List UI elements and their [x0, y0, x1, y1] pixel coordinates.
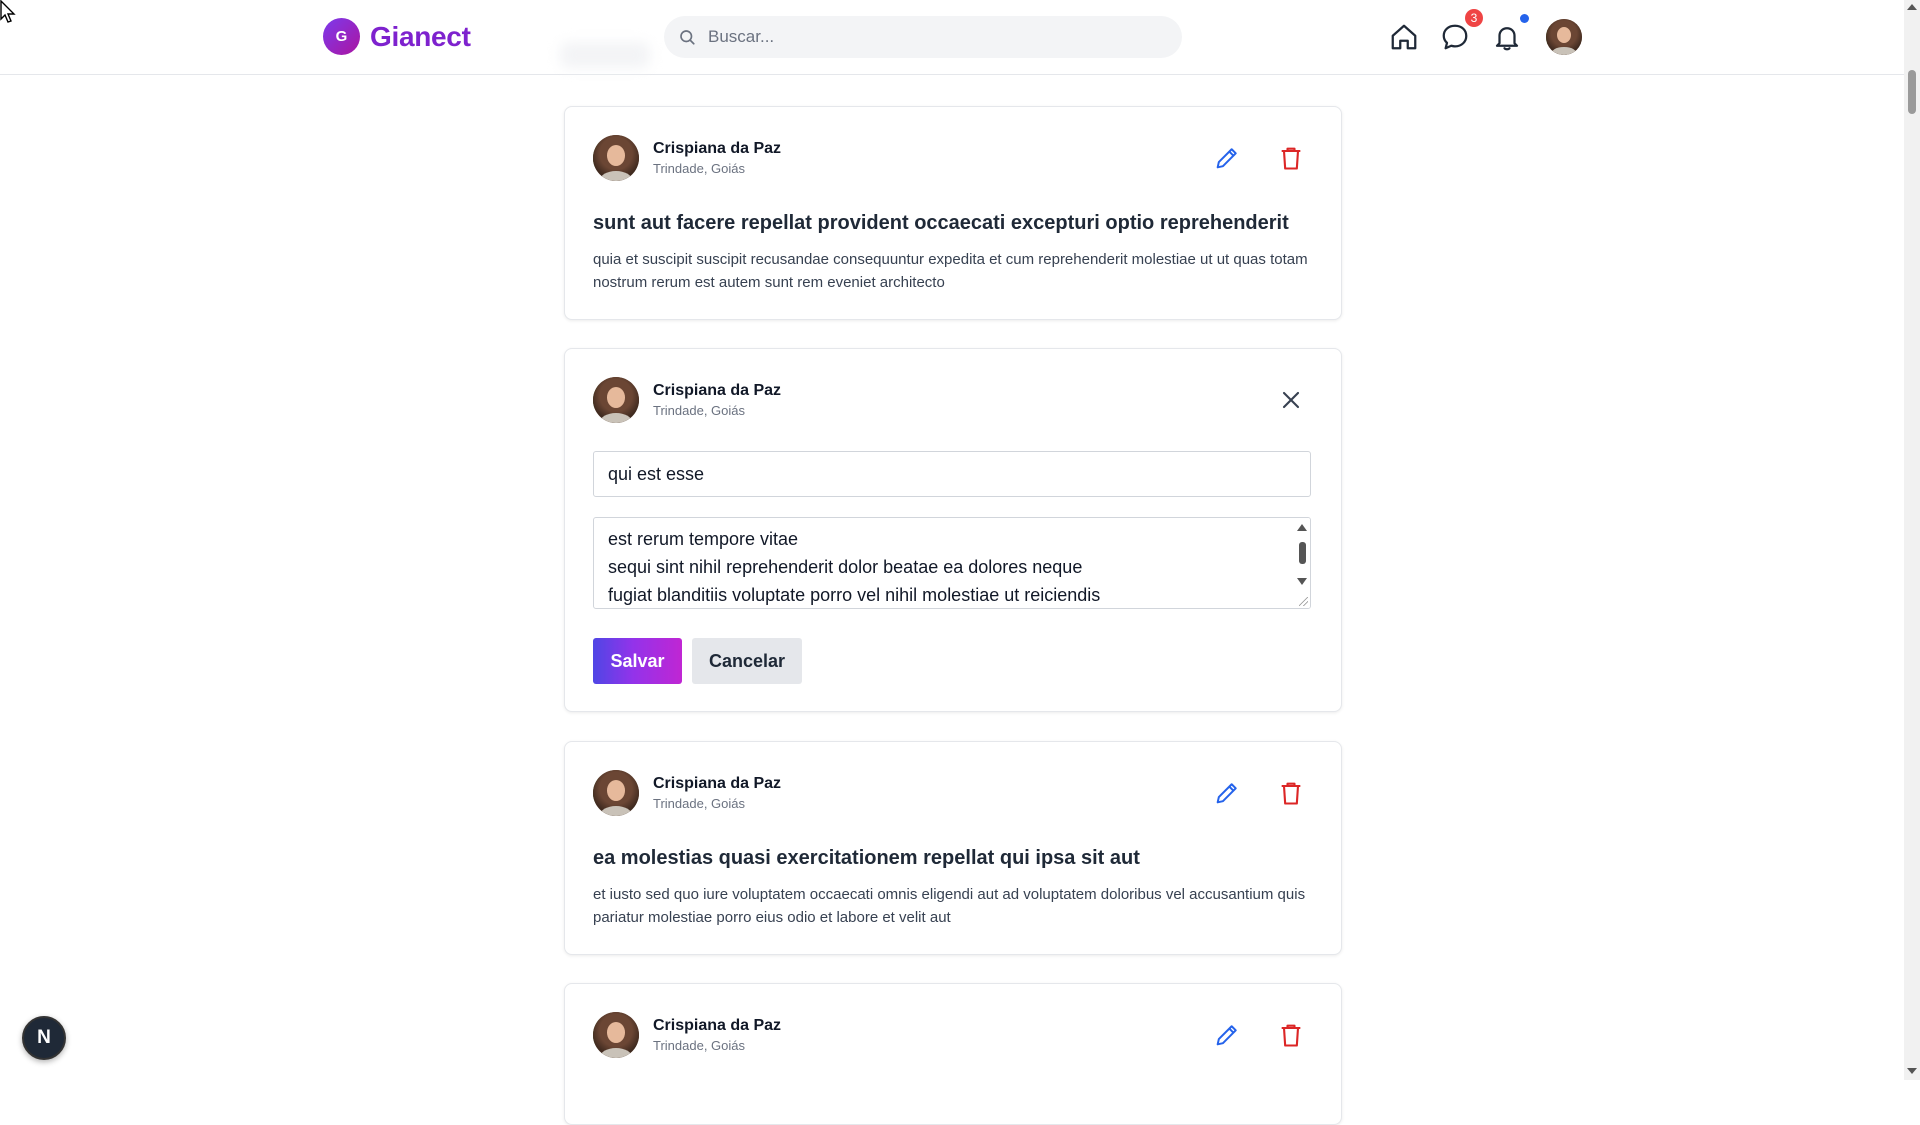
- brand-mark-icon: G: [323, 18, 360, 55]
- chat-icon[interactable]: [1440, 22, 1470, 52]
- post-body: quia et suscipit suscipit recusandae con…: [593, 251, 1308, 291]
- search-bar[interactable]: [664, 16, 1182, 58]
- edit-body-line: est rerum tempore vitae: [608, 529, 799, 549]
- post-title: sunt aut facere repellat provident occae…: [593, 212, 1289, 234]
- post-title: ea molestias quasi exercitationem repell…: [593, 847, 1140, 869]
- bell-icon[interactable]: [1492, 22, 1522, 52]
- mouse-cursor-icon: [0, 0, 16, 23]
- edit-pencil-icon[interactable]: [1213, 144, 1241, 172]
- trash-icon[interactable]: [1277, 1021, 1305, 1049]
- post-body: et iusto sed quo iure voluptatem occaeca…: [593, 886, 1306, 926]
- page-scrollbar[interactable]: [1904, 0, 1920, 1080]
- post-card: Crispiana da Paz Trindade, Goiás ea mole…: [564, 741, 1342, 955]
- save-button[interactable]: Salvar: [593, 638, 682, 684]
- author-name[interactable]: Crispiana da Paz: [653, 1017, 781, 1035]
- brand-name: Gianect: [370, 20, 471, 52]
- author-name[interactable]: Crispiana da Paz: [653, 775, 781, 793]
- user-avatar[interactable]: [1546, 19, 1582, 55]
- author-avatar[interactable]: [593, 377, 639, 423]
- edit-pencil-icon[interactable]: [1213, 779, 1241, 807]
- cancel-button[interactable]: Cancelar: [692, 638, 802, 684]
- post-card: Crispiana da Paz Trindade, Goiás: [564, 983, 1342, 1125]
- edit-body-line: fugiat blanditiis voluptate porro vel ni…: [608, 585, 1101, 605]
- resize-handle-icon[interactable]: [1299, 597, 1308, 606]
- author-location: Trindade, Goiás: [653, 161, 746, 176]
- author-location: Trindade, Goiás: [653, 1038, 746, 1053]
- edit-body-line: sequi sint nihil reprehenderit dolor bea…: [608, 557, 1083, 577]
- edit-body-textarea[interactable]: est rerum tempore vitae sequi sint nihil…: [593, 517, 1311, 609]
- author-avatar[interactable]: [593, 1012, 639, 1058]
- textarea-scrollbar[interactable]: [1294, 518, 1310, 608]
- edit-title-input[interactable]: [593, 451, 1311, 497]
- author-name[interactable]: Crispiana da Paz: [653, 382, 781, 400]
- brand-logo[interactable]: G Gianect: [323, 18, 471, 55]
- notification-dot: [1520, 14, 1529, 23]
- author-location: Trindade, Goiás: [653, 796, 746, 811]
- blurred-overlay: [560, 42, 650, 68]
- post-author: Crispiana da Paz Trindade, Goiás: [593, 1012, 781, 1058]
- author-location: Trindade, Goiás: [653, 403, 746, 418]
- post-card: Crispiana da Paz Trindade, Goiás sunt au…: [564, 106, 1342, 320]
- author-avatar[interactable]: [593, 770, 639, 816]
- trash-icon[interactable]: [1277, 144, 1305, 172]
- dev-tools-badge[interactable]: N: [22, 1016, 66, 1060]
- home-icon[interactable]: [1389, 22, 1419, 52]
- search-input[interactable]: [706, 26, 1150, 48]
- author-avatar[interactable]: [593, 135, 639, 181]
- trash-icon[interactable]: [1277, 779, 1305, 807]
- author-name[interactable]: Crispiana da Paz: [653, 140, 781, 158]
- post-card-editing: Crispiana da Paz Trindade, Goiás est rer…: [564, 348, 1342, 712]
- post-author: Crispiana da Paz Trindade, Goiás: [593, 377, 781, 423]
- messages-count-badge: 3: [1465, 9, 1483, 27]
- top-navbar: G Gianect 3: [0, 0, 1904, 75]
- close-icon[interactable]: [1277, 386, 1305, 414]
- post-author: Crispiana da Paz Trindade, Goiás: [593, 135, 781, 181]
- search-icon: [680, 30, 695, 45]
- edit-pencil-icon[interactable]: [1213, 1021, 1241, 1049]
- post-author: Crispiana da Paz Trindade, Goiás: [593, 770, 781, 816]
